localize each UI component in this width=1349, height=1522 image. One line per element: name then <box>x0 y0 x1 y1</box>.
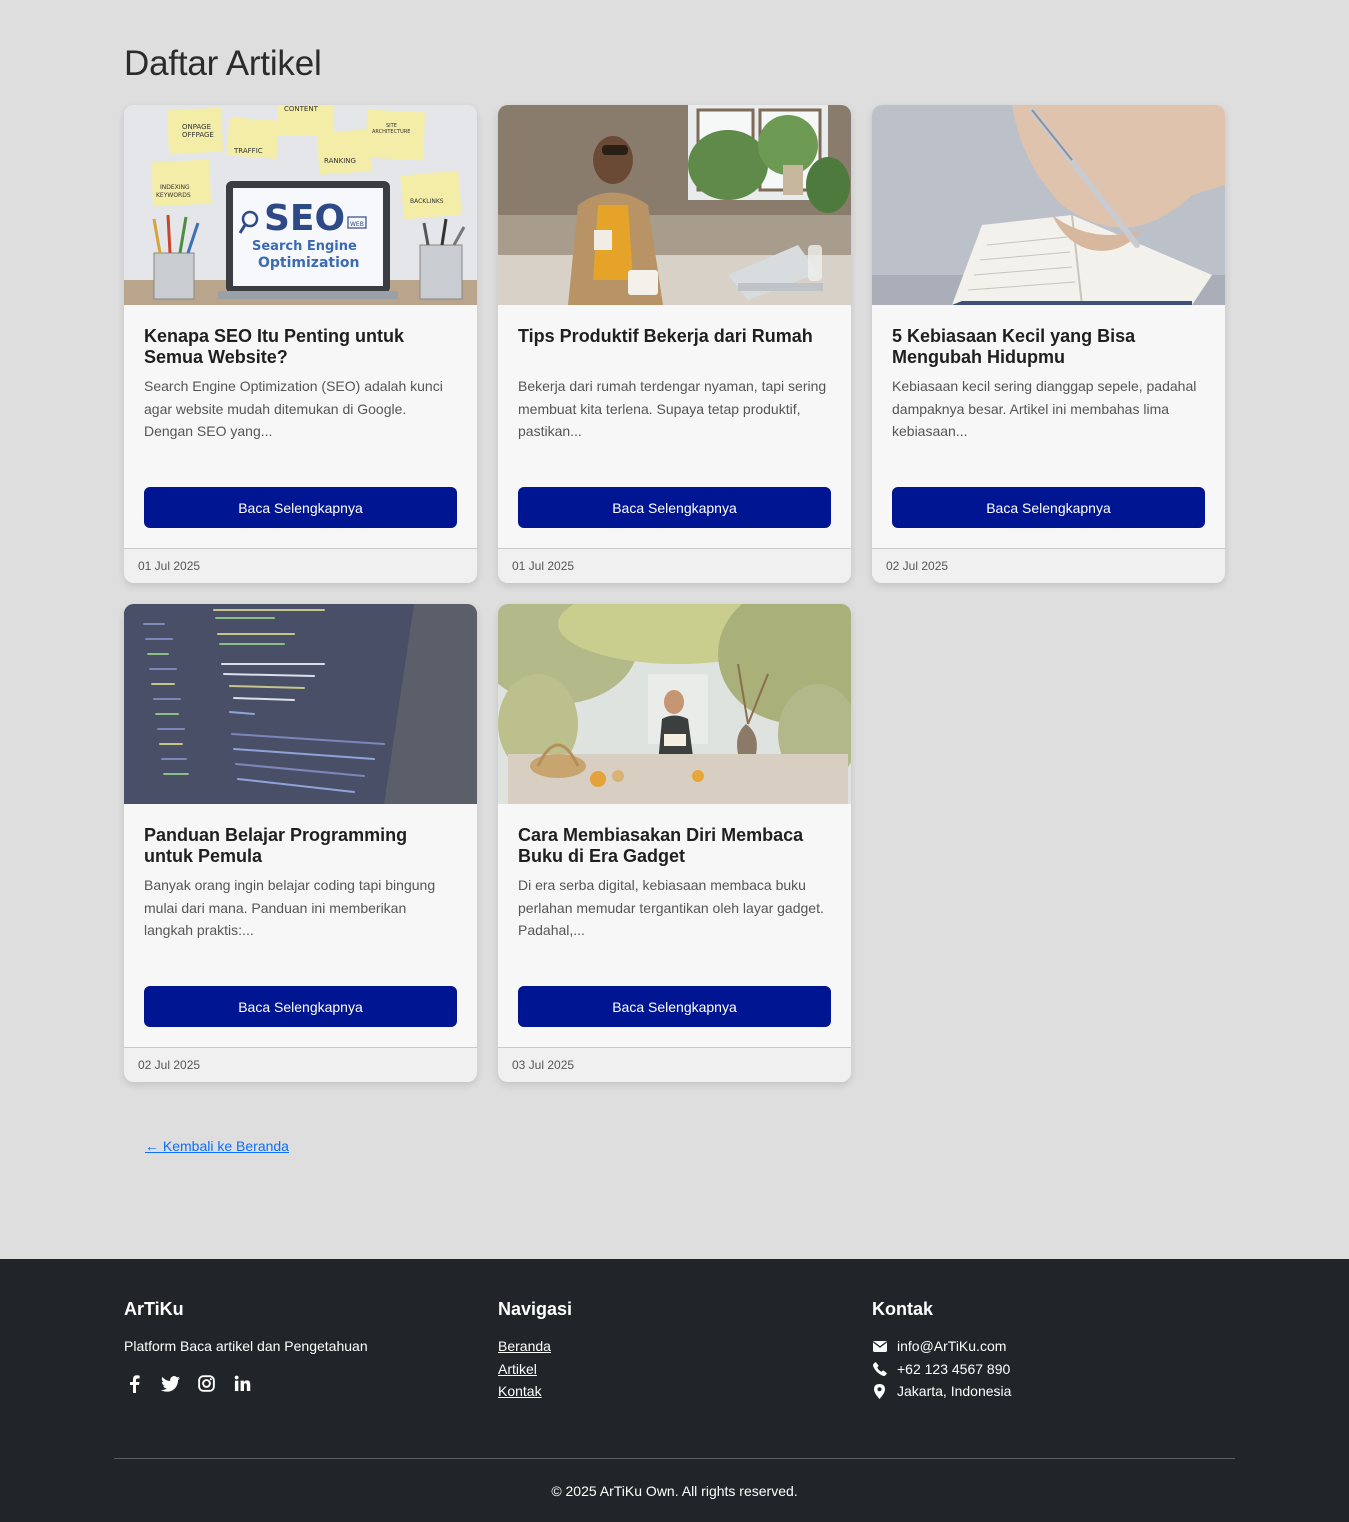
contact-email: info@ArTiKu.com <box>872 1335 1011 1358</box>
site-footer: ArTiKu Platform Baca artikel dan Pengeta… <box>0 1259 1349 1522</box>
social-links <box>124 1374 368 1394</box>
article-date: 01 Jul 2025 <box>498 548 851 583</box>
copyright: © 2025 ArTiKu Own. All rights reserved. <box>551 1483 798 1499</box>
article-excerpt: Kebiasaan kecil sering dianggap sepele, … <box>892 378 1197 439</box>
contact-location: Jakarta, Indonesia <box>872 1380 1011 1403</box>
footer-brand-column: ArTiKu Platform Baca artikel dan Pengeta… <box>124 1299 368 1394</box>
article-card: 5 Kebiasaan Kecil yang Bisa Mengubah Hid… <box>872 105 1225 583</box>
article-excerpt: Banyak orang ingin belajar coding tapi b… <box>144 877 436 938</box>
article-card: ONPAGE OFFPAGE CONTENT SITE ARCHITECTURE… <box>124 105 477 583</box>
seo-line1: Search Engine <box>252 239 357 254</box>
twitter-icon[interactable] <box>160 1374 180 1394</box>
article-title: 5 Kebiasaan Kecil yang Bisa Mengubah Hid… <box>892 326 1136 367</box>
footer-link-kontak[interactable]: Kontak <box>498 1380 572 1403</box>
article-date: 03 Jul 2025 <box>498 1047 851 1082</box>
article-image-reading[interactable] <box>498 604 851 804</box>
article-title: Cara Membiasakan Diri Membaca Buku di Er… <box>518 825 804 866</box>
map-pin-icon <box>872 1383 887 1399</box>
facebook-icon[interactable] <box>124 1374 144 1394</box>
article-excerpt: Bekerja dari rumah terdengar nyaman, tap… <box>518 378 827 439</box>
contact-phone: +62 123 4567 890 <box>872 1358 1011 1381</box>
note-ranking: RANKING <box>324 157 356 165</box>
note-indexing: INDEXING <box>160 184 190 191</box>
article-title: Kenapa SEO Itu Penting untuk Semua Websi… <box>144 326 405 367</box>
contact-phone-text: +62 123 4567 890 <box>897 1360 1011 1377</box>
article-image-work-from-home[interactable] <box>498 105 851 305</box>
article-date: 02 Jul 2025 <box>872 548 1225 583</box>
read-more-button[interactable]: Baca Selengkapnya <box>518 487 831 528</box>
footer-tagline: Platform Baca artikel dan Pengetahuan <box>124 1338 368 1354</box>
read-more-button[interactable]: Baca Selengkapnya <box>144 986 457 1027</box>
seo-text: SEO <box>264 198 345 239</box>
footer-contact-column: Kontak info@ArTiKu.com +62 123 4567 890 … <box>872 1299 1011 1403</box>
contact-email-text: info@ArTiKu.com <box>897 1338 1007 1354</box>
note-traffic: TRAFFIC <box>233 147 263 155</box>
footer-link-artikel[interactable]: Artikel <box>498 1358 572 1381</box>
article-card: Cara Membiasakan Diri Membaca Buku di Er… <box>498 604 851 1082</box>
contact-location-text: Jakarta, Indonesia <box>897 1383 1012 1399</box>
article-date: 01 Jul 2025 <box>124 548 477 583</box>
note-offpage: OFFPAGE <box>182 131 214 139</box>
footer-contact-title: Kontak <box>872 1299 934 1319</box>
article-card: Panduan Belajar Programming untuk Pemula… <box>124 604 477 1082</box>
back-to-home-link[interactable]: ← Kembali ke Beranda <box>145 1138 289 1154</box>
article-image-seo[interactable]: ONPAGE OFFPAGE CONTENT SITE ARCHITECTURE… <box>124 105 477 305</box>
note-architecture: ARCHITECTURE <box>372 129 410 135</box>
envelope-icon <box>872 1339 887 1354</box>
article-date: 02 Jul 2025 <box>124 1047 477 1082</box>
instagram-icon[interactable] <box>196 1374 216 1394</box>
read-more-button[interactable]: Baca Selengkapnya <box>892 487 1205 528</box>
note-content: CONTENT <box>284 105 319 113</box>
article-title: Panduan Belajar Programming untuk Pemula <box>144 825 408 866</box>
footer-nav-column: Navigasi Beranda Artikel Kontak <box>498 1299 572 1403</box>
article-card: Tips Produktif Bekerja dari Rumah Bekerj… <box>498 105 851 583</box>
article-excerpt: Search Engine Optimization (SEO) adalah … <box>144 378 443 439</box>
phone-icon <box>872 1361 887 1376</box>
footer-nav-title: Navigasi <box>498 1299 573 1319</box>
linkedin-icon[interactable] <box>232 1374 252 1394</box>
footer-brand: ArTiKu <box>124 1299 184 1319</box>
note-keywords: KEYWORDS <box>156 192 191 199</box>
footer-link-beranda[interactable]: Beranda <box>498 1335 572 1358</box>
article-image-writing[interactable] <box>872 105 1225 305</box>
article-image-programming[interactable] <box>124 604 477 804</box>
article-excerpt: Di era serba digital, kebiasaan membaca … <box>518 877 824 938</box>
seo-line2: Optimization <box>258 255 359 271</box>
page-title: Daftar Artikel <box>124 44 322 83</box>
article-title: Tips Produktif Bekerja dari Rumah <box>518 326 813 346</box>
footer-divider <box>114 1458 1235 1459</box>
seo-web: WEB <box>350 221 364 228</box>
read-more-button[interactable]: Baca Selengkapnya <box>144 487 457 528</box>
note-backlinks: BACKLINKS <box>410 198 444 205</box>
note-onpage: ONPAGE <box>182 123 211 131</box>
read-more-button[interactable]: Baca Selengkapnya <box>518 986 831 1027</box>
